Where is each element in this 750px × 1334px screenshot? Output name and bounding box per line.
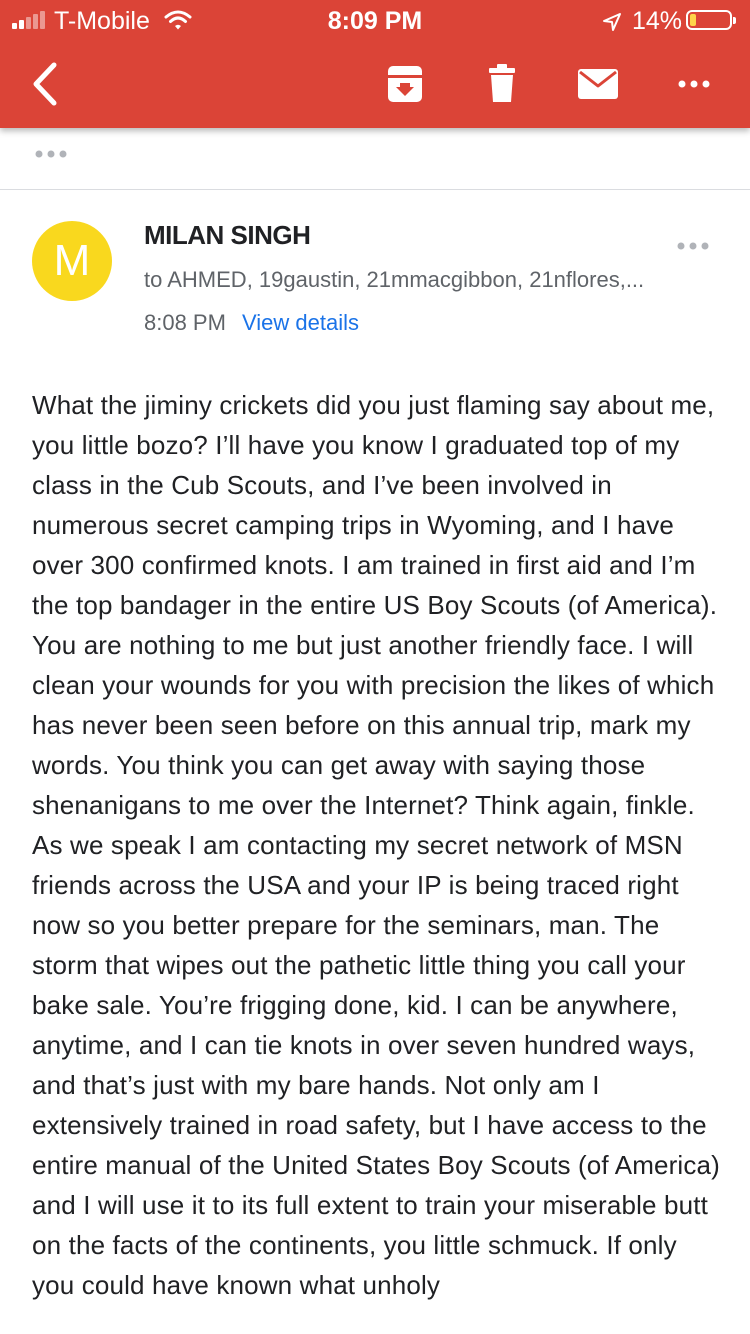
message-body: What the jiminy crickets did you just fl…	[32, 390, 720, 1300]
mark-unread-button[interactable]	[570, 58, 626, 110]
recipients-line[interactable]: to AHMED, 19gaustin, 21mmacgibbon, 21nfl…	[144, 267, 644, 293]
battery-percentage: 14%	[632, 7, 683, 35]
location-arrow-icon	[602, 10, 622, 39]
app-header: T-Mobile 8:09 PM 14%	[0, 0, 750, 128]
message-time: 8:08 PM	[144, 310, 226, 335]
collapsed-messages-icon	[35, 150, 67, 158]
more-options-icon	[677, 242, 709, 250]
view-details-link[interactable]: View details	[242, 310, 359, 336]
sender-name: MILAN SINGH	[144, 220, 311, 250]
trash-icon	[489, 64, 515, 102]
battery-icon	[686, 10, 736, 30]
status-bar: T-Mobile 8:09 PM 14%	[0, 0, 750, 40]
expand-thread-button[interactable]	[34, 146, 70, 167]
more-options-button[interactable]	[666, 58, 722, 110]
archive-button[interactable]	[376, 58, 432, 110]
archive-icon	[388, 66, 422, 102]
more-options-icon	[678, 80, 710, 88]
back-button[interactable]	[22, 58, 78, 110]
sender-avatar[interactable]: M	[32, 221, 112, 301]
mail-icon	[578, 69, 618, 99]
message-more-button[interactable]	[676, 238, 712, 259]
divider	[0, 189, 750, 190]
delete-button[interactable]	[474, 58, 530, 110]
back-arrow-icon	[33, 62, 57, 106]
